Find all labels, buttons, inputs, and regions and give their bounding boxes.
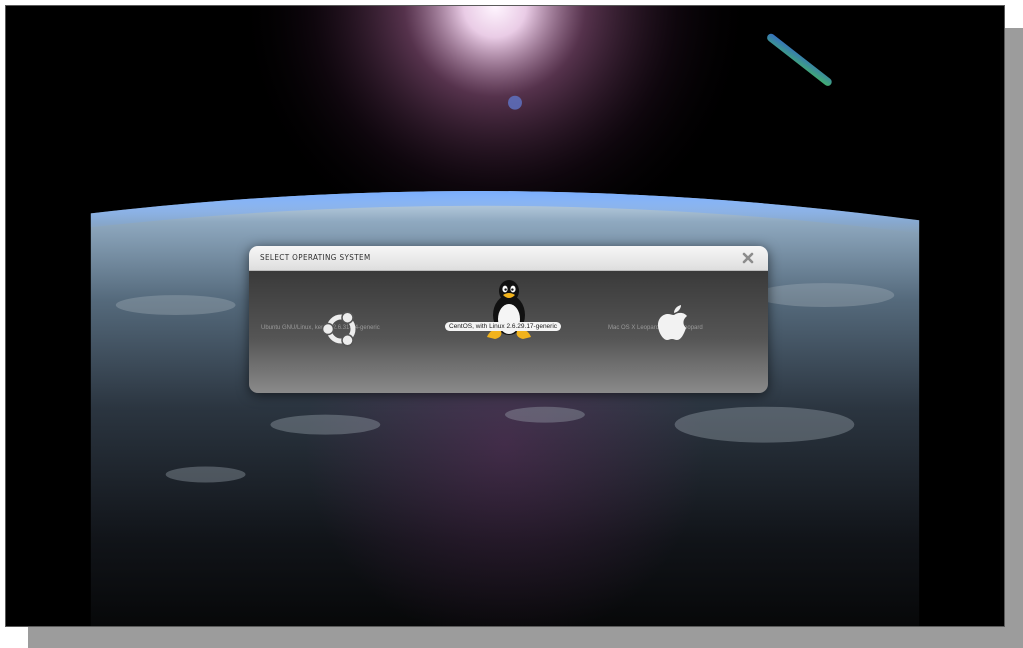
- apple-icon: [658, 305, 687, 340]
- os-option-macos[interactable]: Mac OS X Leopard / Snow Leopard: [604, 271, 764, 393]
- tux-penguin-icon: [487, 280, 531, 339]
- bottom-handle: [426, 626, 594, 627]
- boot-screen: SELECT OPERATING SYSTEM Ubuntu GNU/Linux…: [5, 5, 1005, 627]
- os-option-ubuntu[interactable]: Ubuntu GNU/Linux, kernel 2.6.31-14-gener…: [257, 271, 407, 393]
- close-button[interactable]: [738, 249, 758, 268]
- close-x-icon: [742, 252, 754, 264]
- os-select-dialog: SELECT OPERATING SYSTEM Ubuntu GNU/Linux…: [249, 246, 768, 393]
- dialog-title: SELECT OPERATING SYSTEM: [260, 253, 371, 262]
- os-option-label-selected: CentOS, with Linux 2.6.29.17-generic: [445, 322, 562, 331]
- os-options-panel: Ubuntu GNU/Linux, kernel 2.6.31-14-gener…: [249, 271, 768, 393]
- ubuntu-icon: [321, 311, 356, 347]
- os-option-linux[interactable]: CentOS, with Linux 2.6.29.17-generic: [439, 271, 579, 393]
- dialog-titlebar: SELECT OPERATING SYSTEM: [249, 246, 768, 271]
